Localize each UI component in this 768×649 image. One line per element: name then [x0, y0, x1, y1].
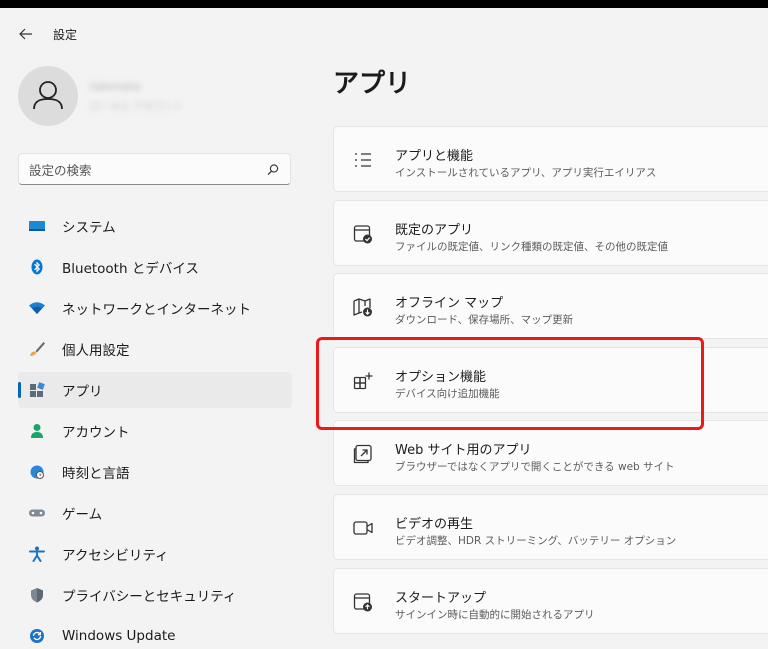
card-title: オプション機能: [395, 369, 487, 385]
card-apps-for-websites[interactable]: Web サイト用のアプリ ブラウザーではなくアプリで開くことができる web サ…: [333, 420, 768, 487]
sidebar-item-label: アプリ: [62, 384, 103, 400]
update-icon: [30, 629, 44, 643]
startup-icon: [353, 592, 372, 612]
card-title: オフライン マップ: [395, 296, 504, 312]
card-video-playback[interactable]: ビデオの再生 ビデオ調整、HDR ストリーミング、バッテリー オプション: [333, 493, 768, 560]
active-indicator: [18, 382, 21, 398]
sidebar-item-network[interactable]: ネットワークとインターネット: [18, 290, 292, 326]
card-title: ビデオの再生: [395, 516, 474, 532]
sidebar-item-label: アカウント: [62, 425, 130, 441]
sidebar-item-bluetooth[interactable]: Bluetooth とデバイス: [18, 249, 292, 285]
title-bar: 設定: [0, 8, 768, 52]
card-startup[interactable]: スタートアップ サインイン時に自動的に開始されるアプリ: [333, 567, 768, 634]
card-apps-features[interactable]: アプリと機能 インストールされているアプリ、アプリ実行エイリアス: [333, 126, 768, 192]
video-icon: [353, 521, 373, 535]
brush-icon: [30, 342, 45, 356]
sidebar-item-system[interactable]: システム: [18, 208, 292, 244]
person-icon: [31, 424, 43, 438]
search-icon[interactable]: [266, 163, 280, 177]
card-title: 既定のアプリ: [395, 222, 474, 238]
card-description: デバイス向け追加機能: [395, 387, 500, 400]
card-description: ビデオ調整、HDR ストリーミング、バッテリー オプション: [395, 534, 677, 547]
sidebar-nav: システム Bluetooth とデバイス ネットワークとインターネット 個人用設…: [18, 208, 292, 649]
sidebar-item-label: システム: [62, 220, 116, 236]
sidebar-item-label: アクセシビリティ: [62, 548, 169, 564]
card-title: アプリと機能: [395, 149, 474, 164]
card-description: ブラウザーではなくアプリで開くことができる web サイト: [395, 461, 675, 474]
wifi-icon: [29, 302, 45, 314]
card-default-apps[interactable]: 既定のアプリ ファイルの既定値、リンク種類の既定値、その他の既定値: [333, 199, 768, 266]
person-icon: [33, 81, 63, 110]
shield-icon: [31, 588, 43, 603]
open-in-app-icon: [353, 445, 372, 464]
monitor-icon: [29, 221, 45, 231]
sidebar-item-time-language[interactable]: 時刻と言語: [18, 454, 292, 490]
sidebar-item-personalization[interactable]: 個人用設定: [18, 331, 292, 367]
list-icon: [355, 153, 371, 167]
card-offline-maps[interactable]: オフライン マップ ダウンロード、保存場所、マップ更新: [333, 273, 768, 340]
avatar[interactable]: [18, 66, 78, 126]
sidebar-item-accounts[interactable]: アカウント: [18, 413, 292, 449]
account-email: ローカル アカウント: [90, 102, 184, 113]
sidebar-item-gaming[interactable]: ゲーム: [18, 495, 292, 531]
card-optional-features[interactable]: オプション機能 デバイス向け追加機能: [333, 346, 768, 413]
sidebar-item-label: Windows Update: [62, 628, 176, 644]
sidebar-item-label: ネットワークとインターネット: [62, 302, 251, 318]
settings-card-list: アプリと機能 インストールされているアプリ、アプリ実行エイリアス 既定のアプリ …: [333, 126, 768, 641]
search-box[interactable]: [18, 153, 291, 185]
app-title: 設定: [53, 28, 78, 42]
sidebar-item-label: プライバシーとセキュリティ: [62, 589, 237, 605]
apps-icon: [30, 382, 45, 397]
back-arrow-icon: [19, 28, 32, 40]
accessibility-icon: [29, 546, 45, 562]
page-title: アプリ: [333, 69, 412, 99]
sidebar-item-windows-update[interactable]: Windows Update: [18, 618, 292, 649]
card-description: ダウンロード、保存場所、マップ更新: [395, 314, 574, 327]
globe-clock-icon: [30, 465, 44, 479]
sidebar-item-label: 個人用設定: [62, 343, 130, 359]
add-feature-icon: [353, 372, 373, 389]
sidebar-item-label: Bluetooth とデバイス: [62, 261, 199, 277]
gamepad-icon: [29, 509, 45, 517]
search-input[interactable]: [29, 160, 259, 180]
bluetooth-icon: [31, 259, 43, 275]
sidebar-item-accessibility[interactable]: アクセシビリティ: [18, 536, 292, 572]
card-title: スタートアップ: [395, 590, 487, 606]
sidebar-item-label: ゲーム: [62, 507, 103, 523]
account-name: takenaka: [90, 80, 141, 93]
map-icon: [353, 298, 372, 317]
default-apps-icon: [353, 224, 372, 244]
top-bezel: [0, 0, 768, 8]
card-description: サインイン時に自動的に開始されるアプリ: [395, 608, 595, 621]
sidebar-item-apps[interactable]: アプリ: [18, 372, 292, 408]
sidebar-item-privacy[interactable]: プライバシーとセキュリティ: [18, 577, 292, 613]
sidebar-item-label: 時刻と言語: [62, 466, 130, 482]
back-button[interactable]: [14, 22, 38, 46]
card-title: Web サイト用のアプリ: [395, 443, 532, 459]
card-description: インストールされているアプリ、アプリ実行エイリアス: [395, 167, 657, 179]
card-description: ファイルの既定値、リンク種類の既定値、その他の既定値: [395, 240, 668, 253]
